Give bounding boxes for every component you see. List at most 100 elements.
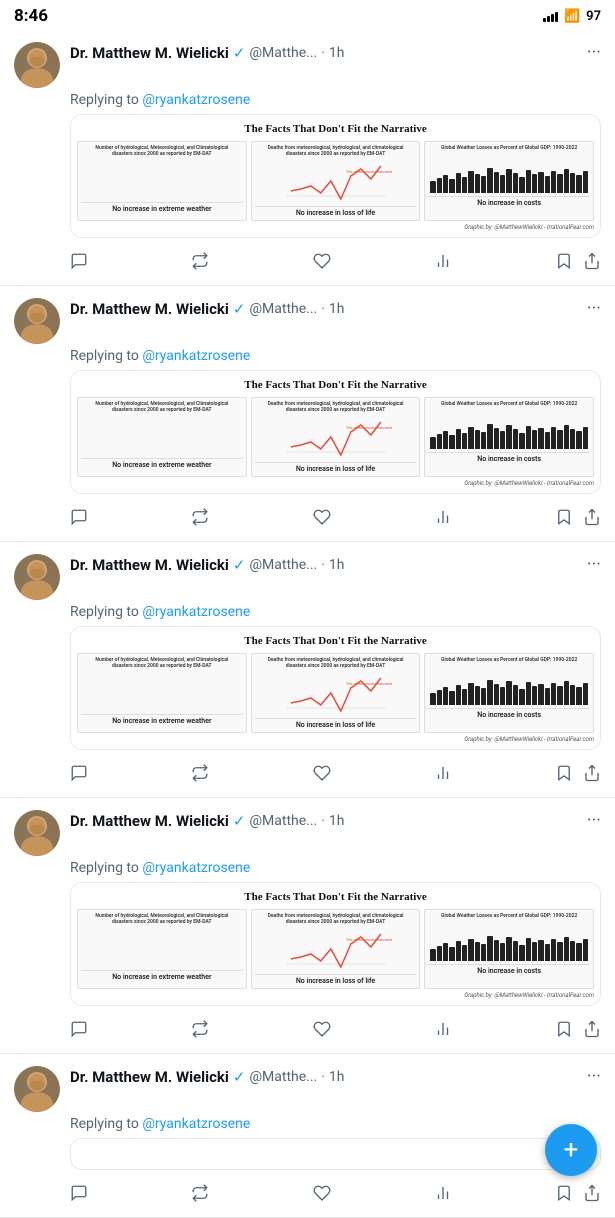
heart-icon	[313, 764, 331, 787]
tweet-separator: ·	[321, 45, 325, 61]
retweet-icon	[191, 764, 209, 787]
reply-icon	[70, 1184, 88, 1207]
bookmark-button[interactable]	[555, 1184, 573, 1207]
avatar[interactable]	[14, 554, 60, 600]
tweet-more-button[interactable]: ···	[579, 1066, 601, 1087]
retweet-button[interactable]	[191, 764, 209, 787]
views-icon	[434, 252, 452, 275]
tweet-handle: @Matthe...	[249, 557, 317, 573]
status-time: 8:46	[14, 6, 48, 26]
reply-button[interactable]	[70, 252, 88, 275]
retweet-button[interactable]	[191, 1184, 209, 1207]
avatar[interactable]	[14, 42, 60, 88]
retweet-icon	[191, 508, 209, 531]
tweet-reply-handle[interactable]: @ryankatzrosene	[142, 348, 250, 364]
bookmark-button[interactable]	[555, 764, 573, 787]
like-button[interactable]	[313, 1020, 331, 1043]
tweet-header: Dr. Matthew M. Wielicki ✓ @Matthe... · 1…	[14, 1066, 601, 1112]
tweet-reply-handle[interactable]: @ryankatzrosene	[142, 92, 250, 108]
tweet-handle: @Matthe...	[249, 301, 317, 317]
bookmark-button[interactable]	[555, 1020, 573, 1043]
tweet-handle: @Matthe...	[249, 45, 317, 61]
svg-text:The globe shows warmed!: The globe shows warmed!	[346, 169, 393, 174]
tweet-header: Dr. Matthew M. Wielicki ✓ @Matthe... · 1…	[14, 298, 601, 344]
verified-badge-icon: ✓	[233, 44, 246, 62]
avatar[interactable]	[14, 1066, 60, 1112]
tweet-header: Dr. Matthew M. Wielicki ✓ @Matthe... · 1…	[14, 554, 601, 600]
tweet-reply-label: Replying to @ryankatzrosene	[14, 860, 601, 876]
tweet-chart[interactable]: The Facts That Don't Fit the Narrative N…	[70, 114, 601, 238]
tweet-separator: ·	[321, 1069, 325, 1085]
tweet-separator: ·	[321, 557, 325, 573]
tweet-reply-handle[interactable]: @ryankatzrosene	[142, 860, 250, 876]
tweet-meta: Dr. Matthew M. Wielicki ✓ @Matthe... · 1…	[70, 554, 601, 575]
tweet-time: 1h	[329, 1069, 345, 1085]
svg-text:The globe shows warmed!: The globe shows warmed!	[346, 425, 393, 430]
share-button[interactable]	[583, 1184, 601, 1207]
tweet-more-button[interactable]: ···	[579, 554, 601, 575]
share-icon	[583, 1184, 601, 1207]
share-button[interactable]	[583, 508, 601, 531]
tweet-name-row: Dr. Matthew M. Wielicki ✓ @Matthe... · 1…	[70, 298, 601, 319]
views-button[interactable]	[434, 252, 452, 275]
tweet-more-button[interactable]: ···	[579, 42, 601, 63]
tweet-actions	[70, 1180, 601, 1217]
tweet-handle: @Matthe...	[249, 1069, 317, 1085]
like-button[interactable]	[313, 252, 331, 275]
tweet-reply-handle[interactable]: @ryankatzrosene	[142, 1116, 250, 1132]
bookmark-button[interactable]	[555, 252, 573, 275]
share-button[interactable]	[583, 764, 601, 787]
tweet-author-name: Dr. Matthew M. Wielicki	[70, 300, 229, 318]
tweet-meta: Dr. Matthew M. Wielicki ✓ @Matthe... · 1…	[70, 810, 601, 831]
share-button[interactable]	[583, 1020, 601, 1043]
tweet-author-name: Dr. Matthew M. Wielicki	[70, 1068, 229, 1086]
svg-text:The globe shows warmed!: The globe shows warmed!	[346, 681, 393, 686]
share-button[interactable]	[583, 252, 601, 275]
tweet-more-button[interactable]: ···	[579, 810, 601, 831]
tweet-time: 1h	[329, 301, 345, 317]
retweet-button[interactable]	[191, 1020, 209, 1043]
status-icons: 📶 97	[543, 9, 601, 24]
tweet-author-name: Dr. Matthew M. Wielicki	[70, 556, 229, 574]
views-button[interactable]	[434, 1020, 452, 1043]
verified-badge-icon: ✓	[233, 300, 246, 318]
bookmark-button[interactable]	[555, 508, 573, 531]
reply-button[interactable]	[70, 1184, 88, 1207]
tweet-chart[interactable]: The Facts That Don't Fit the Narrative N…	[70, 882, 601, 1006]
reply-button[interactable]	[70, 1020, 88, 1043]
signal-bars-icon	[543, 10, 558, 22]
like-button[interactable]	[313, 508, 331, 531]
tweet-chart[interactable]: The Facts That Don't Fit the Narrative N…	[70, 370, 601, 494]
share-icon	[583, 508, 601, 531]
views-button[interactable]	[434, 764, 452, 787]
avatar[interactable]	[14, 810, 60, 856]
compose-button[interactable]: +	[545, 1124, 597, 1176]
tweet-author-name: Dr. Matthew M. Wielicki	[70, 44, 229, 62]
tweets-list: Dr. Matthew M. Wielicki ✓ @Matthe... · 1…	[0, 30, 615, 1218]
tweet-chart[interactable]: The Facts That Don't Fit the Narrative N…	[70, 626, 601, 750]
reply-button[interactable]	[70, 508, 88, 531]
tweet-reply-handle[interactable]: @ryankatzrosene	[142, 604, 250, 620]
tweet-separator: ·	[321, 301, 325, 317]
tweet-item-5: Dr. Matthew M. Wielicki ✓ @Matthe... · 1…	[0, 1054, 615, 1218]
like-button[interactable]	[313, 764, 331, 787]
tweet-separator: ·	[321, 813, 325, 829]
verified-badge-icon: ✓	[233, 1068, 246, 1086]
reply-button[interactable]	[70, 764, 88, 787]
views-button[interactable]	[434, 1184, 452, 1207]
like-button[interactable]	[313, 1184, 331, 1207]
tweet-item-1: Dr. Matthew M. Wielicki ✓ @Matthe... · 1…	[0, 30, 615, 286]
bookmark-icon	[555, 1184, 573, 1207]
retweet-icon	[191, 1020, 209, 1043]
retweet-button[interactable]	[191, 252, 209, 275]
views-button[interactable]	[434, 508, 452, 531]
reply-icon	[70, 1020, 88, 1043]
tweet-more-button[interactable]: ···	[579, 298, 601, 319]
tweet-time: 1h	[329, 813, 345, 829]
tweet-actions	[70, 504, 601, 541]
avatar[interactable]	[14, 298, 60, 344]
retweet-button[interactable]	[191, 508, 209, 531]
tweet-chart[interactable]	[70, 1138, 601, 1170]
tweet-actions	[70, 760, 601, 797]
tweet-item-4: Dr. Matthew M. Wielicki ✓ @Matthe... · 1…	[0, 798, 615, 1054]
